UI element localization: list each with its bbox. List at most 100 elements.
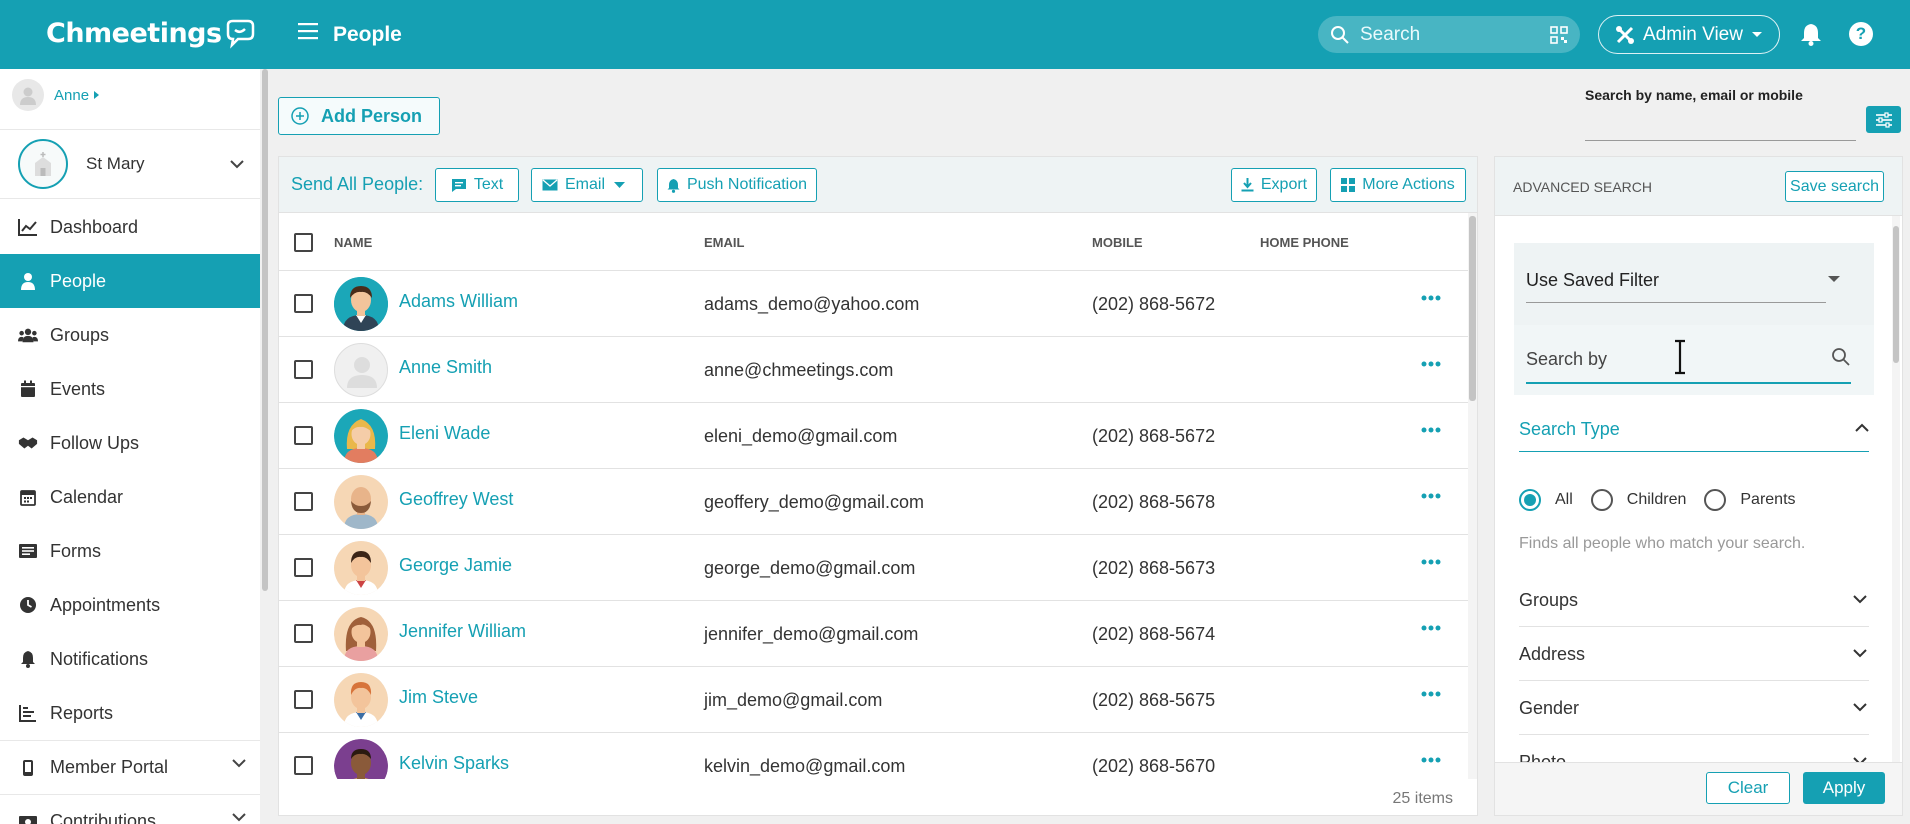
send-all-label: Send All People:: [291, 174, 424, 194]
person-name-link[interactable]: Jim Steve: [399, 687, 478, 708]
select-all-checkbox[interactable]: [294, 233, 313, 252]
sidebar-item-follow-ups[interactable]: Follow Ups: [0, 416, 260, 470]
caret-right-icon: [94, 91, 100, 99]
advanced-search-scrollbar[interactable]: [1892, 216, 1900, 762]
search-icon[interactable]: [1831, 347, 1851, 367]
row-checkbox[interactable]: [294, 360, 313, 379]
sidebar-item-label: Dashboard: [50, 216, 139, 237]
table-row[interactable]: Adams William adams_demo@yahoo.com (202)…: [279, 271, 1469, 337]
column-header-email[interactable]: EMAIL: [704, 235, 744, 250]
table-row[interactable]: Jennifer William jennifer_demo@gmail.com…: [279, 601, 1469, 667]
table-scrollbar[interactable]: [1468, 213, 1477, 779]
avatar: [334, 541, 388, 595]
more-options-icon[interactable]: [1421, 559, 1441, 565]
search-type-hint: Finds all people who match your search.: [1519, 535, 1806, 552]
menu-icon[interactable]: [298, 22, 318, 45]
more-options-icon[interactable]: [1421, 493, 1441, 499]
apply-button[interactable]: Apply: [1803, 772, 1885, 804]
table-row[interactable]: Anne Smith anne@chmeetings.com: [279, 337, 1469, 403]
search-by-placeholder: Search by: [1526, 349, 1608, 369]
scrollbar-thumb[interactable]: [1469, 216, 1476, 401]
clear-button[interactable]: Clear: [1706, 772, 1790, 804]
add-person-button[interactable]: Add Person: [278, 97, 440, 135]
person-name-link[interactable]: Adams William: [399, 291, 518, 312]
sidebar-scrollbar[interactable]: [261, 69, 269, 824]
person-name-link[interactable]: Geoffrey West: [399, 489, 513, 510]
more-options-icon[interactable]: [1421, 757, 1441, 763]
person-name-link[interactable]: Kelvin Sparks: [399, 753, 509, 774]
sidebar-item-notifications[interactable]: Notifications: [0, 632, 260, 686]
person-email: jim_demo@gmail.com: [704, 690, 883, 710]
search-type-accordion[interactable]: Search Type: [1519, 419, 1869, 452]
radio-children[interactable]: [1590, 489, 1613, 511]
user-menu[interactable]: Anne: [12, 79, 101, 111]
radio-all[interactable]: [1519, 489, 1541, 511]
scrollbar-thumb[interactable]: [1893, 226, 1899, 363]
more-actions-button[interactable]: More Actions: [1330, 168, 1466, 202]
caret-down-icon: [1828, 276, 1840, 282]
row-checkbox[interactable]: [294, 756, 313, 775]
bell-icon[interactable]: [1800, 22, 1822, 51]
sidebar-item-people[interactable]: People: [0, 254, 260, 308]
search-by-input[interactable]: Search by: [1514, 325, 1874, 395]
sidebar-item-reports[interactable]: Reports: [0, 686, 260, 740]
saved-filter-select[interactable]: Use Saved Filter: [1514, 243, 1874, 325]
row-checkbox[interactable]: [294, 294, 313, 313]
chevron-down-icon: [232, 813, 246, 822]
row-checkbox[interactable]: [294, 558, 313, 577]
row-checkbox[interactable]: [294, 690, 313, 709]
filter-toggle-button[interactable]: [1866, 106, 1901, 133]
qr-code-icon[interactable]: [1550, 25, 1568, 44]
person-name-link[interactable]: Eleni Wade: [399, 423, 490, 444]
gender-accordion[interactable]: Gender: [1519, 681, 1869, 735]
sidebar-item-groups[interactable]: Groups: [0, 308, 260, 362]
sidebar-item-label: Appointments: [50, 594, 161, 615]
photo-accordion[interactable]: Photo: [1519, 735, 1869, 762]
user-name: Anne: [54, 86, 90, 104]
column-header-name[interactable]: NAME: [334, 235, 372, 250]
help-icon[interactable]: ?: [1849, 22, 1873, 46]
sidebar-item-calendar[interactable]: Calendar: [0, 470, 260, 524]
save-search-button[interactable]: Save search: [1785, 171, 1884, 202]
push-notification-button[interactable]: Push Notification: [657, 168, 817, 202]
people-search-input[interactable]: [1585, 140, 1856, 141]
row-checkbox[interactable]: [294, 426, 313, 445]
sidebar-item-appointments[interactable]: Appointments: [0, 578, 260, 632]
more-options-icon[interactable]: [1421, 295, 1441, 301]
person-name-link[interactable]: Anne Smith: [399, 357, 492, 378]
send-email-dropdown[interactable]: Email: [531, 168, 643, 202]
church-selector[interactable]: St Mary: [0, 129, 260, 199]
more-options-icon[interactable]: [1421, 691, 1441, 697]
more-options-icon[interactable]: [1421, 427, 1441, 433]
row-checkbox[interactable]: [294, 492, 313, 511]
admin-view-dropdown[interactable]: Admin View: [1598, 15, 1780, 54]
person-name-link[interactable]: George Jamie: [399, 555, 512, 576]
sidebar-item-dashboard[interactable]: Dashboard: [0, 200, 260, 254]
sidebar-item-contributions[interactable]: Contributions: [0, 794, 260, 824]
table-row[interactable]: Kelvin Sparks kelvin_demo@gmail.com (202…: [279, 733, 1469, 779]
row-checkbox[interactable]: [294, 624, 313, 643]
export-button[interactable]: Export: [1231, 168, 1317, 202]
more-options-icon[interactable]: [1421, 361, 1441, 367]
address-accordion[interactable]: Address: [1519, 627, 1869, 681]
sidebar-item-events[interactable]: Events: [0, 362, 260, 416]
groups-accordion[interactable]: Groups: [1519, 573, 1869, 627]
table-row[interactable]: George Jamie george_demo@gmail.com (202)…: [279, 535, 1469, 601]
sidebar-item-forms[interactable]: Forms: [0, 524, 260, 578]
scrollbar-thumb[interactable]: [262, 69, 268, 591]
table-row[interactable]: Geoffrey West geoffery_demo@gmail.com (2…: [279, 469, 1469, 535]
people-table-card: Send All People: Text Email Push Notific…: [278, 156, 1478, 816]
global-search-input[interactable]: Search: [1318, 16, 1580, 53]
more-options-icon[interactable]: [1421, 625, 1441, 631]
person-name-link[interactable]: Jennifer William: [399, 621, 526, 642]
app-logo[interactable]: Chmeetings: [46, 18, 256, 49]
table-row[interactable]: Jim Steve jim_demo@gmail.com (202) 868-5…: [279, 667, 1469, 733]
saved-filter-label: Use Saved Filter: [1526, 270, 1660, 290]
column-header-mobile[interactable]: MOBILE: [1092, 235, 1143, 250]
radio-parents[interactable]: [1704, 489, 1727, 511]
send-text-button[interactable]: Text: [435, 168, 519, 202]
sidebar-item-member-portal[interactable]: Member Portal: [0, 740, 260, 794]
column-header-home-phone[interactable]: HOME PHONE: [1260, 235, 1349, 250]
search-label: Search by name, email or mobile: [1585, 87, 1803, 103]
table-row[interactable]: Eleni Wade eleni_demo@gmail.com (202) 86…: [279, 403, 1469, 469]
